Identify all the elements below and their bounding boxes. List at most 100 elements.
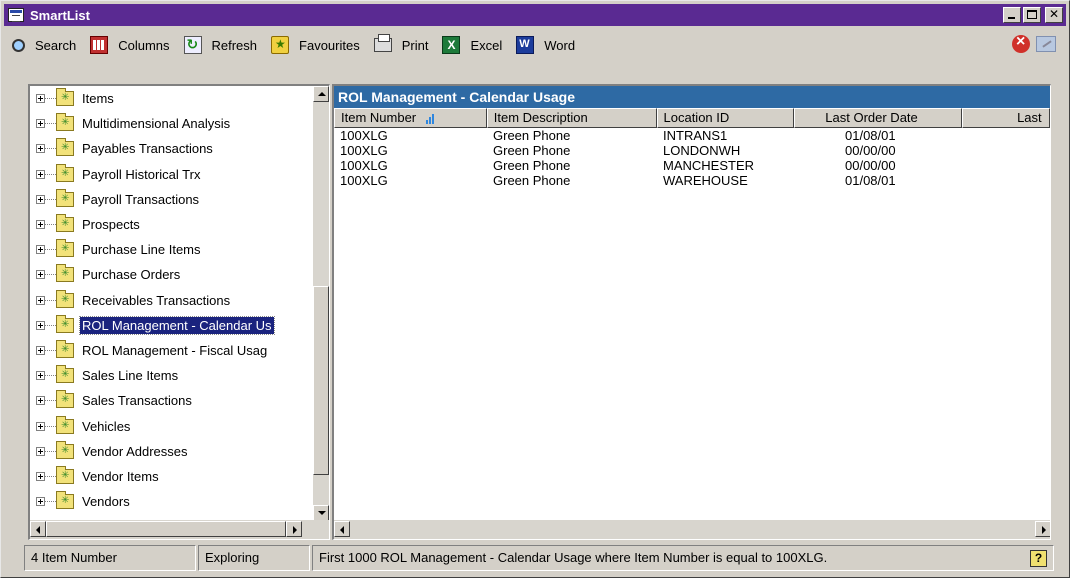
table-row[interactable]: 100XLG Green Phone MANCHESTER 00/00/00	[334, 158, 1050, 173]
expand-icon[interactable]	[36, 245, 45, 255]
excel-button[interactable]: Excel	[442, 36, 502, 54]
tree-vertical-scrollbar[interactable]	[313, 86, 329, 521]
expand-icon[interactable]	[36, 497, 45, 507]
smartlist-window: SmartList ✕ Search Columns Refresh Favou…	[0, 0, 1070, 578]
scroll-left-button[interactable]	[334, 521, 350, 537]
tree-item-label: Multidimensional Analysis	[82, 116, 231, 132]
expand-icon[interactable]	[36, 295, 45, 305]
tree-item[interactable]: ROL Management - Fiscal Usag	[30, 338, 314, 363]
scroll-down-button[interactable]	[313, 505, 329, 521]
expand-icon[interactable]	[36, 169, 45, 179]
status-mode: Exploring	[198, 545, 310, 571]
status-bar: 4 Item Number Exploring First 1000 ROL M…	[24, 545, 1054, 571]
tree-connector	[45, 324, 56, 326]
table-cell: 100XLG	[340, 143, 388, 158]
tree-item-label: Payroll Historical Trx	[82, 166, 201, 182]
window-app-icon[interactable]	[8, 8, 24, 22]
tree-connector	[45, 501, 56, 503]
tree-item[interactable]: Multidimensional Analysis	[30, 111, 314, 136]
print-button[interactable]: Print	[373, 34, 428, 53]
tree-item[interactable]: Items	[30, 86, 314, 111]
word-button[interactable]: Word	[516, 36, 575, 54]
folder-icon	[56, 465, 74, 484]
table-cell: LONDONWH	[663, 143, 741, 158]
tree-vertical-scroll-thumb[interactable]	[313, 286, 329, 475]
tree-item[interactable]: ROL Management - Calendar Us	[30, 313, 314, 338]
tree-item[interactable]: Vehicles	[30, 413, 314, 438]
tree-item[interactable]: Purchase Orders	[30, 262, 314, 287]
expand-icon[interactable]	[36, 345, 45, 355]
maximize-button[interactable]	[1023, 7, 1041, 23]
scroll-right-button[interactable]	[286, 521, 302, 537]
expand-icon[interactable]	[36, 421, 45, 431]
expand-icon[interactable]	[36, 446, 45, 456]
expand-icon[interactable]	[36, 320, 45, 330]
tree-item[interactable]: Prospects	[30, 212, 314, 237]
expand-icon[interactable]	[36, 119, 45, 129]
column-header-item-number[interactable]: Item Number	[334, 108, 487, 128]
search-icon	[12, 38, 25, 52]
column-header-item-description[interactable]: Item Description	[486, 108, 657, 128]
table-row[interactable]: 100XLG Green Phone WAREHOUSE 01/08/01	[334, 173, 1050, 188]
results-rows: 100XLG Green Phone INTRANS1 01/08/01 100XLG G…	[334, 128, 1050, 188]
table-cell: 00/00/00	[845, 143, 896, 158]
folder-icon	[56, 339, 74, 358]
expand-icon[interactable]	[36, 94, 45, 104]
expand-icon[interactable]	[36, 471, 45, 481]
table-cell: Green Phone	[493, 143, 571, 158]
table-row[interactable]: 100XLG Green Phone INTRANS1 01/08/01	[334, 128, 1050, 143]
scroll-up-button[interactable]	[313, 86, 329, 102]
search-button[interactable]: Search	[12, 38, 76, 53]
expand-icon[interactable]	[36, 194, 45, 204]
expand-icon[interactable]	[36, 270, 45, 280]
column-header-last[interactable]: Last	[962, 108, 1050, 128]
close-icon: ✕	[1048, 7, 1060, 21]
table-row[interactable]: 100XLG Green Phone LONDONWH 00/00/00	[334, 143, 1050, 158]
scroll-right-button[interactable]	[1035, 521, 1050, 537]
expand-icon[interactable]	[36, 144, 45, 154]
smartlist-tree[interactable]: Items Multidimensional Analysis Payables T…	[28, 84, 330, 540]
tree-horizontal-scroll-thumb[interactable]	[46, 521, 286, 537]
title-bar[interactable]: SmartList ✕	[4, 4, 1066, 26]
columns-button[interactable]: Columns	[90, 36, 170, 54]
favourites-button[interactable]: Favourites	[271, 36, 360, 54]
tree-item[interactable]: Purchase Line Items	[30, 237, 314, 262]
minimize-button[interactable]	[1003, 7, 1021, 23]
refresh-button[interactable]: Refresh	[183, 36, 257, 54]
expand-icon[interactable]	[36, 371, 45, 381]
tree-item-label: Sales Line Items	[82, 368, 179, 384]
close-button[interactable]: ✕	[1045, 7, 1063, 23]
print-icon	[373, 34, 392, 52]
column-header-label: Item Description	[493, 110, 588, 125]
tree-item[interactable]: Vendors	[30, 489, 314, 514]
tree-item[interactable]: Payroll Transactions	[30, 187, 314, 212]
tree-list: Items Multidimensional Analysis Payables T…	[30, 86, 314, 514]
edit-icon[interactable]	[1036, 36, 1056, 52]
column-header-last-order-date[interactable]: Last Order Date	[794, 108, 963, 128]
tree-item[interactable]: Payroll Historical Trx	[30, 162, 314, 187]
scroll-left-button[interactable]	[30, 521, 46, 537]
maximize-icon	[1027, 10, 1037, 19]
tree-item[interactable]: Payables Transactions	[30, 136, 314, 161]
expand-icon[interactable]	[36, 396, 45, 406]
tree-item[interactable]: Sales Transactions	[30, 388, 314, 413]
tree-item[interactable]: Sales Line Items	[30, 363, 314, 388]
expand-icon[interactable]	[36, 220, 45, 230]
tree-item[interactable]: Receivables Transactions	[30, 288, 314, 313]
help-icon[interactable]: ?	[1030, 550, 1047, 567]
table-cell: 100XLG	[340, 158, 388, 173]
table-cell: 01/08/01	[845, 173, 896, 188]
tree-connector	[45, 249, 56, 251]
results-horizontal-scrollbar[interactable]	[334, 520, 1050, 539]
search-label: Search	[35, 37, 77, 53]
column-header-location-id[interactable]: Location ID	[656, 108, 795, 128]
tree-item[interactable]: Vendor Addresses	[30, 439, 314, 464]
tree-item-label: Prospects	[82, 217, 140, 233]
tree-item[interactable]: Vendor Items	[30, 464, 314, 489]
tree-horizontal-scrollbar[interactable]	[30, 520, 329, 539]
tree-item-label: Vendor Addresses	[82, 443, 188, 459]
stop-icon[interactable]	[1012, 33, 1030, 53]
tree-connector	[45, 450, 56, 452]
tree-connector	[45, 173, 56, 175]
status-message-panel: First 1000 ROL Management - Calendar Usa…	[312, 545, 1054, 571]
